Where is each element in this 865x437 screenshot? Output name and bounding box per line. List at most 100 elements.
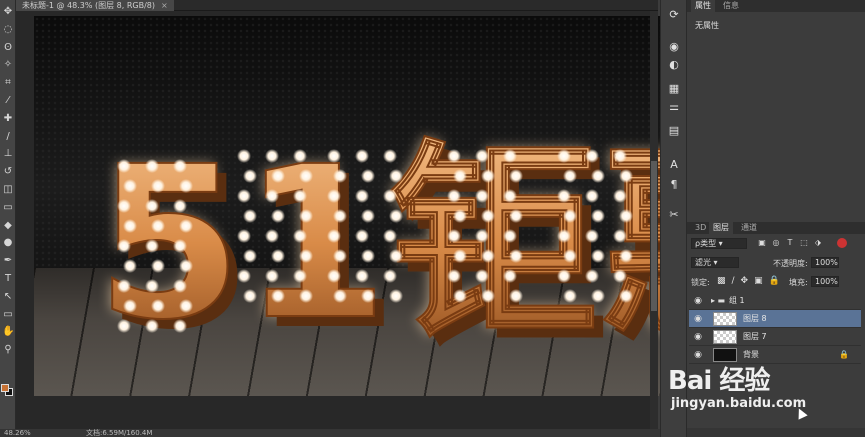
- lasso-tool-icon[interactable]: ʘ: [2, 42, 14, 54]
- layer-row-layer7[interactable]: ◉ 图层 7: [689, 328, 861, 346]
- bulb-light: [237, 189, 251, 203]
- opacity-field[interactable]: 100%: [811, 257, 839, 268]
- eye-icon[interactable]: ◉: [693, 292, 703, 310]
- tab-3d[interactable]: 3D: [691, 222, 710, 234]
- opacity-label: 不透明度:: [773, 259, 808, 268]
- bulb-light: [299, 169, 313, 183]
- bulb-light: [453, 209, 467, 223]
- bulb-light: [123, 179, 137, 193]
- tab-info[interactable]: 信息: [719, 0, 743, 12]
- clone-stamp-tool-icon[interactable]: ⊥: [2, 148, 14, 160]
- bulb-light: [383, 229, 397, 243]
- filter-pixel-icon[interactable]: ▣: [757, 238, 767, 248]
- bulb-light: [123, 219, 137, 233]
- bulb-light: [293, 229, 307, 243]
- eye-icon[interactable]: ◉: [693, 328, 703, 346]
- tab-layers[interactable]: 图层: [709, 222, 733, 234]
- layer-name: 组 1: [729, 296, 745, 305]
- bulb-light: [333, 169, 347, 183]
- adjust-icon[interactable]: ⚌: [667, 100, 681, 114]
- layer-name: 图层 8: [743, 314, 767, 323]
- bulb-light: [383, 149, 397, 163]
- bulb-light: [173, 199, 187, 213]
- bulb-light: [355, 189, 369, 203]
- marquee-tool-icon[interactable]: ◌: [2, 24, 14, 36]
- eyedropper-tool-icon[interactable]: ⁄: [2, 95, 14, 107]
- bulb-light: [179, 219, 193, 233]
- bulb-light: [117, 239, 131, 253]
- bulb-light: [151, 179, 165, 193]
- character-icon[interactable]: A: [667, 158, 681, 172]
- move-tool-icon[interactable]: ✥: [2, 6, 14, 18]
- blend-row: 滤光 ▾ 不透明度: 100%: [687, 257, 865, 269]
- bulb-light: [619, 249, 633, 263]
- bulb-light: [503, 149, 517, 163]
- bulb-light: [389, 289, 403, 303]
- document-tab[interactable]: 未标题-1 @ 48.3% (图层 8, RGB/8) ×: [16, 0, 174, 11]
- bulb-light: [503, 189, 517, 203]
- bulb-light: [585, 269, 599, 283]
- path-select-tool-icon[interactable]: ↖: [2, 291, 14, 303]
- vertical-scrollbar[interactable]: [650, 11, 658, 429]
- rectangle-tool-icon[interactable]: ▭: [2, 309, 14, 321]
- filter-adjust-icon[interactable]: ◎: [771, 238, 781, 248]
- eye-icon[interactable]: ◉: [693, 310, 703, 328]
- close-icon[interactable]: ×: [161, 1, 168, 10]
- bulb-light: [145, 199, 159, 213]
- zoom-readout[interactable]: 48.26%: [4, 429, 31, 437]
- tools-preset-icon[interactable]: ✂: [667, 208, 681, 222]
- pen-tool-icon[interactable]: ✒: [2, 255, 14, 267]
- bulb-light: [453, 249, 467, 263]
- tab-properties[interactable]: 属性: [691, 0, 715, 12]
- bulb-light: [619, 289, 633, 303]
- gradient-tool-icon[interactable]: ▭: [2, 202, 14, 214]
- bulb-light: [327, 229, 341, 243]
- history-icon[interactable]: ⟳: [667, 8, 681, 22]
- history-brush-tool-icon[interactable]: ↺: [2, 166, 14, 178]
- layers-footer: [687, 428, 865, 437]
- filter-type-icon[interactable]: T: [785, 238, 795, 248]
- healing-brush-tool-icon[interactable]: ✚: [2, 113, 14, 125]
- bulb-light: [447, 269, 461, 283]
- foreground-color-swatch[interactable]: [1, 384, 9, 392]
- type-tool-icon[interactable]: T: [2, 273, 14, 285]
- document-canvas[interactable]: 51钜惠 51钜惠 51钜惠: [34, 16, 664, 396]
- layers-comp-icon[interactable]: ▤: [667, 124, 681, 138]
- filter-toggle-icon[interactable]: [837, 238, 847, 248]
- bulb-light: [361, 169, 375, 183]
- brush-tool-icon[interactable]: /: [2, 131, 14, 143]
- bulb-light: [237, 269, 251, 283]
- layer-row-group1[interactable]: ◉ ▸ ▬ 组 1: [689, 292, 861, 310]
- filter-kind-select[interactable]: ρ类型 ▾: [691, 238, 747, 249]
- bulb-light: [299, 249, 313, 263]
- bulb-light: [453, 169, 467, 183]
- swatches-icon[interactable]: ▦: [667, 82, 681, 96]
- bulb-light: [333, 249, 347, 263]
- crop-tool-icon[interactable]: ⌗: [2, 77, 14, 89]
- baidu-watermark: Bai 经验 jingyan.baidu.com: [668, 360, 858, 420]
- scroll-thumb[interactable]: [651, 161, 657, 311]
- bulb-light: [145, 239, 159, 253]
- paragraph-icon[interactable]: ¶: [667, 178, 681, 192]
- properties-icon[interactable]: ◉: [667, 40, 681, 54]
- zoom-tool-icon[interactable]: ⚲: [2, 344, 14, 356]
- layer-row-layer8[interactable]: ◉ 图层 8: [689, 310, 861, 328]
- hand-tool-icon[interactable]: ✋: [2, 326, 14, 338]
- eraser-tool-icon[interactable]: ◫: [2, 184, 14, 196]
- bulb-light: [475, 149, 489, 163]
- quick-select-tool-icon[interactable]: ✧: [2, 59, 14, 71]
- color-icon[interactable]: ◐: [667, 58, 681, 72]
- doc-size-readout[interactable]: 文档:6.59M/160.4M: [86, 429, 152, 437]
- bulb-light: [453, 289, 467, 303]
- properties-tabs: 属性 信息: [687, 0, 865, 12]
- filter-shape-icon[interactable]: ⬚: [799, 238, 809, 248]
- tab-channels[interactable]: 通道: [737, 222, 761, 234]
- bulb-light: [613, 229, 627, 243]
- blur-tool-icon[interactable]: ◆: [2, 220, 14, 232]
- lock-icons[interactable]: ▩/✥▣🔒: [717, 276, 786, 286]
- dodge-tool-icon[interactable]: ●: [2, 237, 14, 249]
- fill-field[interactable]: 100%: [811, 276, 839, 287]
- filter-smart-icon[interactable]: ⬗: [813, 238, 823, 248]
- blend-mode-select[interactable]: 滤光 ▾: [691, 257, 739, 268]
- bulb-light: [503, 229, 517, 243]
